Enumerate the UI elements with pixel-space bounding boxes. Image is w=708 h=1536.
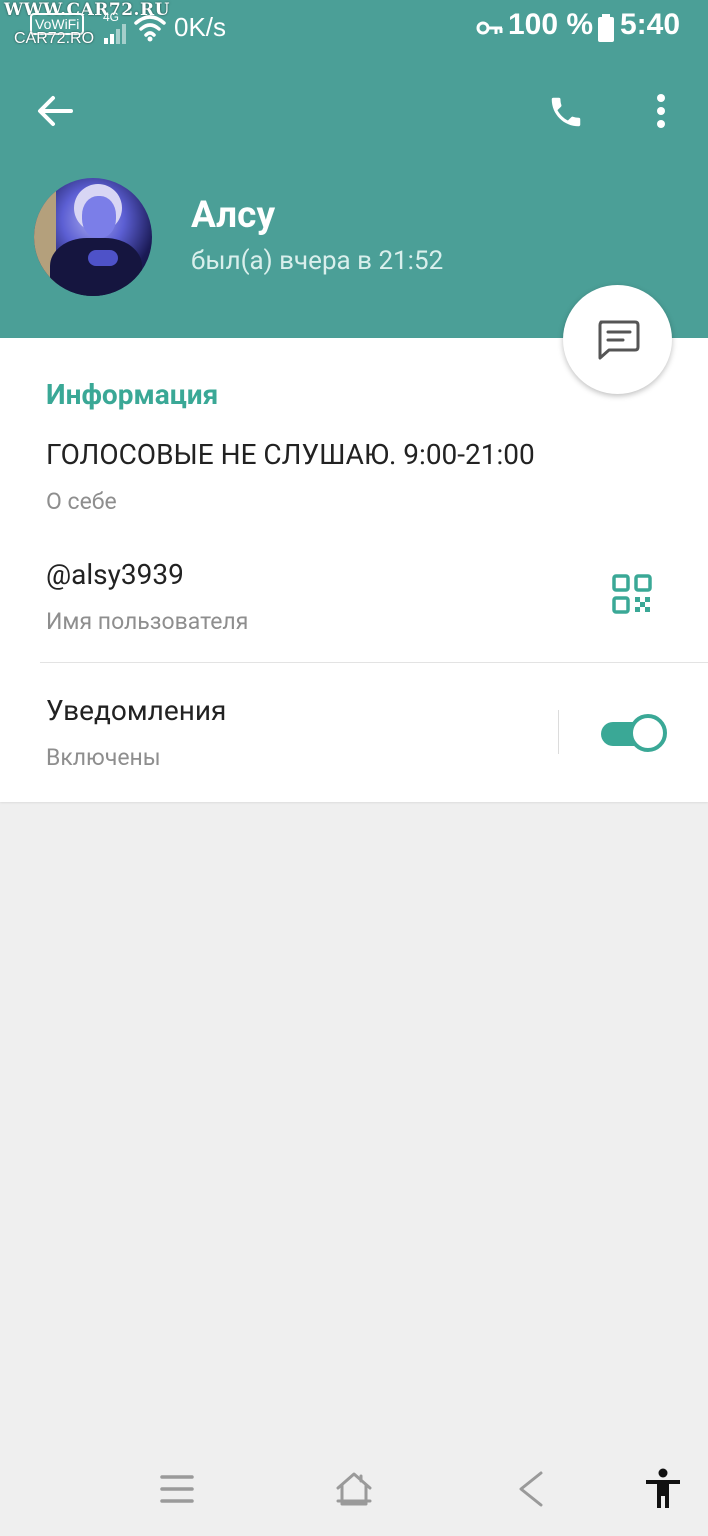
divider — [40, 662, 708, 663]
username-text[interactable]: @alsy3939 — [46, 558, 184, 591]
menu-icon — [160, 1475, 194, 1503]
arrow-left-icon — [38, 96, 73, 126]
recent-apps-button[interactable] — [152, 1464, 202, 1514]
qr-code-button[interactable] — [612, 574, 662, 624]
phone-icon — [551, 97, 581, 127]
system-nav-bar — [0, 1440, 708, 1536]
profile-name: Алсу — [191, 194, 276, 237]
notifications-status: Включены — [46, 744, 161, 771]
status-bar: WWW.CAR72.RU VoWiFi CAR72.RO 4G 0K/s 100… — [0, 0, 708, 56]
avatar[interactable] — [34, 178, 152, 296]
wifi-icon — [134, 15, 166, 42]
section-title: Информация — [46, 378, 219, 411]
battery-percent: 100 % — [508, 8, 594, 41]
network-type: 4G — [103, 10, 120, 24]
notifications-label[interactable]: Уведомления — [46, 694, 226, 727]
signal-icon — [104, 24, 126, 44]
bio-caption: О себе — [46, 488, 117, 515]
last-seen-status: был(а) вчера в 21:52 — [191, 246, 444, 276]
battery-icon — [598, 14, 614, 42]
watermark-text-secondary: CAR72.RO — [14, 30, 95, 47]
more-vert-icon — [657, 94, 665, 128]
vpn-key-icon — [476, 21, 503, 35]
back-icon — [519, 1471, 543, 1507]
home-button[interactable] — [329, 1464, 379, 1514]
more-options-button[interactable] — [640, 86, 682, 136]
network-speed: 0K/s — [174, 12, 227, 42]
accessibility-icon — [646, 1468, 680, 1508]
home-icon — [336, 1472, 372, 1506]
info-card: Информация ГОЛОСОВЫЕ НЕ СЛУШАЮ. 9:00-21:… — [0, 338, 708, 802]
status-time: 5:40 — [620, 8, 681, 41]
bio-text[interactable]: ГОЛОСОВЫЕ НЕ СЛУШАЮ. 9:00-21:00 — [46, 438, 535, 471]
username-caption: Имя пользователя — [46, 608, 249, 635]
qr-code-icon — [612, 574, 652, 614]
back-button[interactable] — [30, 86, 80, 136]
send-message-button[interactable] — [563, 285, 672, 394]
nav-back-button[interactable] — [506, 1464, 556, 1514]
message-icon — [598, 320, 639, 359]
accessibility-button[interactable] — [638, 1464, 688, 1514]
notifications-toggle[interactable] — [599, 714, 667, 752]
call-button[interactable] — [540, 86, 592, 138]
vertical-divider — [558, 710, 559, 754]
